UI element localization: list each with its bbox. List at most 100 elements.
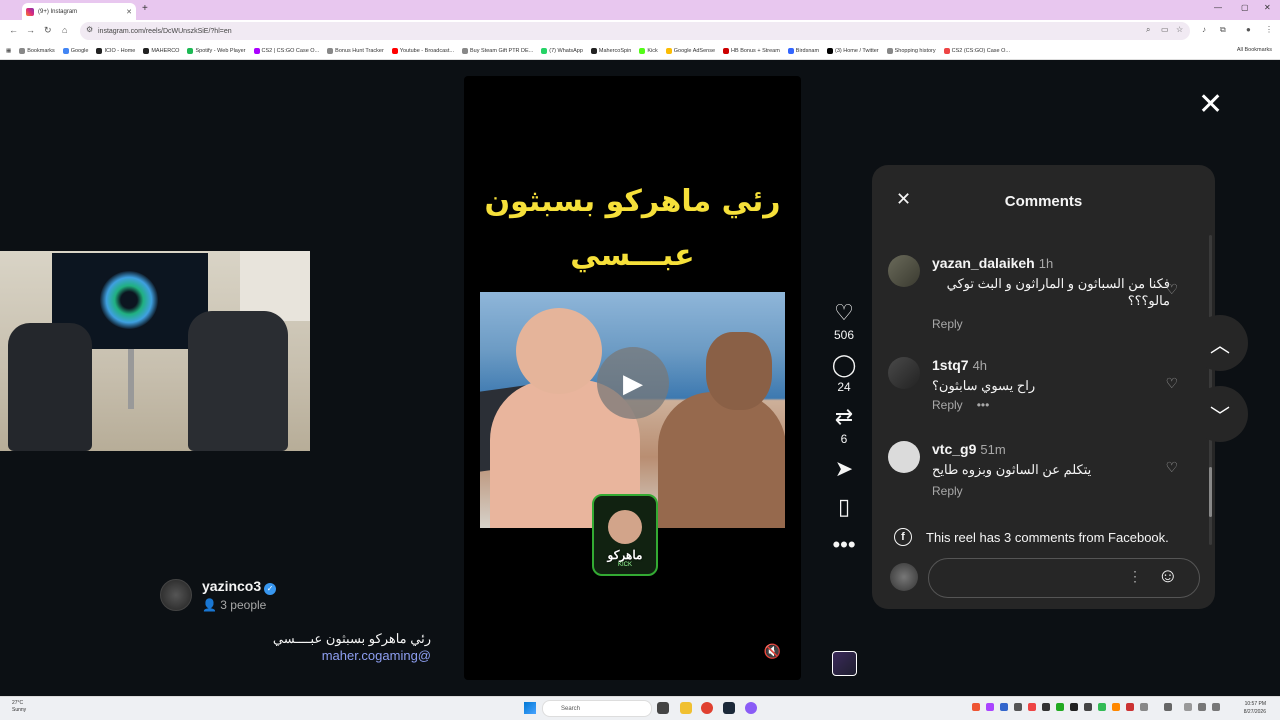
tab-close-icon[interactable]: ✕ bbox=[126, 8, 132, 16]
mute-icon[interactable]: 🔇 bbox=[764, 643, 781, 660]
weather-widget[interactable]: 27°C Sunny bbox=[12, 700, 26, 714]
comment-avatar[interactable] bbox=[888, 441, 920, 473]
emoji-icon[interactable]: ☺ bbox=[1158, 565, 1178, 588]
maximize-icon[interactable]: ▢ bbox=[1241, 3, 1249, 12]
next-reel-button[interactable]: ﹀ bbox=[1192, 386, 1248, 442]
bookmark-item[interactable]: Buy Steam Gift PTR DE... bbox=[462, 47, 533, 54]
bookmark-item[interactable]: Youtube - Broadcast... bbox=[391, 47, 454, 54]
tray-icon[interactable] bbox=[1112, 703, 1120, 711]
cast-icon[interactable]: ▭ bbox=[1161, 25, 1169, 34]
input-options-icon[interactable]: ⋮ bbox=[1128, 568, 1142, 585]
volume-icon[interactable] bbox=[1212, 703, 1220, 711]
tray-icon[interactable] bbox=[1056, 703, 1064, 711]
window-close-icon[interactable]: ✕ bbox=[1264, 3, 1271, 12]
bookmark-item[interactable]: (7) WhatsApp bbox=[541, 47, 583, 54]
extensions-icon[interactable]: ⧉ bbox=[1220, 25, 1226, 35]
tray-icon[interactable] bbox=[1028, 703, 1036, 711]
tray-icon[interactable] bbox=[1000, 703, 1008, 711]
audio-thumbnail[interactable] bbox=[832, 651, 857, 676]
reload-icon[interactable]: ↻ bbox=[44, 25, 52, 36]
bookmark-item[interactable]: CS2 | CS:GO Case O... bbox=[253, 47, 319, 54]
comment-username[interactable]: 1stq7 bbox=[932, 357, 969, 373]
bookmark-item[interactable]: MAHERCO bbox=[143, 47, 179, 54]
tray-icon[interactable] bbox=[1014, 703, 1022, 711]
close-reel-icon[interactable]: ✕ bbox=[1198, 90, 1223, 120]
windows-start-icon[interactable] bbox=[524, 702, 536, 714]
bookmark-star-icon[interactable]: ☆ bbox=[1176, 25, 1183, 34]
comment-avatar[interactable] bbox=[888, 357, 920, 389]
more-action[interactable]: ••• bbox=[824, 532, 864, 558]
people-count[interactable]: 3 people bbox=[220, 598, 266, 612]
comment-avatar[interactable] bbox=[888, 255, 920, 287]
comment-like-icon[interactable]: ♡ bbox=[1165, 281, 1178, 298]
apps-icon[interactable]: ▦ bbox=[6, 48, 11, 54]
bookmark-item[interactable]: Kick bbox=[639, 47, 658, 54]
author-username[interactable]: yazinco3 bbox=[202, 578, 261, 594]
more-icon[interactable]: ••• bbox=[824, 532, 864, 558]
steam-icon[interactable] bbox=[723, 702, 735, 714]
bookmark-item[interactable]: Spotify - Web Player bbox=[187, 47, 246, 54]
tray-icon[interactable] bbox=[1070, 703, 1078, 711]
reply-button[interactable]: Reply bbox=[932, 317, 963, 331]
minimize-icon[interactable]: — bbox=[1214, 3, 1222, 12]
bookmark-item[interactable]: CS2 (CS:GO) Case O... bbox=[943, 47, 1010, 54]
repost-icon[interactable]: ⇄ bbox=[824, 404, 864, 430]
file-explorer-icon[interactable] bbox=[680, 702, 692, 714]
tray-icon[interactable] bbox=[1084, 703, 1092, 711]
address-bar[interactable]: instagram.com/reels/DcWUnszkSiE/?hl=en bbox=[80, 22, 1190, 40]
comment-username[interactable]: vtc_g9 bbox=[932, 441, 976, 457]
reel-video[interactable]: رئي ماهركو بسبثون عبـــسي ▶ ماهركو KICK … bbox=[464, 76, 801, 680]
comment-like-icon[interactable]: ♡ bbox=[1165, 375, 1178, 392]
bookmark-item[interactable]: HB Bonus + Stream bbox=[723, 47, 780, 54]
all-bookmarks[interactable]: All Bookmarks bbox=[1237, 47, 1272, 53]
tray-icon[interactable] bbox=[1126, 703, 1134, 711]
new-tab-button[interactable]: + bbox=[142, 3, 148, 14]
tray-icon[interactable] bbox=[1098, 703, 1106, 711]
tray-icon[interactable] bbox=[972, 703, 980, 711]
app-icon[interactable] bbox=[745, 702, 757, 714]
bookmark-item[interactable]: Shopping history bbox=[886, 47, 936, 54]
microphone-icon[interactable] bbox=[1164, 703, 1172, 711]
comment-username[interactable]: yazan_dalaikeh bbox=[932, 255, 1035, 271]
bookmark-item[interactable]: (3) Home / Twitter bbox=[827, 47, 879, 54]
bookmark-item[interactable]: Google AdSense bbox=[665, 47, 715, 54]
zoom-icon[interactable]: ⌕ bbox=[1146, 25, 1150, 35]
chrome-icon[interactable] bbox=[701, 702, 713, 714]
like-action[interactable]: ♡ 506 bbox=[824, 300, 864, 342]
bookmark-item[interactable]: Bookmarks bbox=[19, 47, 55, 54]
site-info-icon[interactable]: ⚙ bbox=[86, 25, 93, 34]
share-action[interactable]: ➤ bbox=[824, 456, 864, 482]
chevron-up-tray-icon[interactable] bbox=[1184, 703, 1192, 711]
play-icon[interactable]: ▶ bbox=[597, 347, 669, 419]
tray-icon[interactable] bbox=[1140, 703, 1148, 711]
system-clock[interactable]: 10:57 PM 8/27/2026 bbox=[1244, 700, 1266, 716]
tray-icon[interactable] bbox=[1042, 703, 1050, 711]
forward-icon[interactable]: → bbox=[26, 25, 35, 35]
profile-icon[interactable]: ● bbox=[1246, 25, 1251, 34]
bookmark-item[interactable]: Bonus Hunt Tracker bbox=[327, 47, 384, 54]
network-icon[interactable] bbox=[1198, 703, 1206, 711]
media-icon[interactable]: ♪ bbox=[1202, 25, 1206, 34]
previous-reel-button[interactable]: ︿ bbox=[1192, 315, 1248, 371]
bookmark-icon[interactable]: ▯ bbox=[824, 494, 864, 520]
browser-tab[interactable]: (9+) Instagram ✕ bbox=[22, 3, 136, 20]
taskbar-search[interactable]: Search bbox=[542, 700, 652, 717]
save-action[interactable]: ▯ bbox=[824, 494, 864, 520]
tray-icon[interactable] bbox=[986, 703, 994, 711]
repost-action[interactable]: ⇄ 6 bbox=[824, 404, 864, 446]
task-view-icon[interactable] bbox=[657, 702, 669, 714]
share-icon[interactable]: ➤ bbox=[824, 456, 864, 482]
comment-action[interactable]: ◯ 24 bbox=[824, 352, 864, 394]
bookmark-item[interactable]: Birdsnam bbox=[787, 47, 819, 54]
comment-icon[interactable]: ◯ bbox=[824, 352, 864, 378]
author-avatar[interactable] bbox=[160, 579, 192, 611]
menu-icon[interactable]: ⋮ bbox=[1265, 25, 1273, 34]
comment-like-icon[interactable]: ♡ bbox=[1165, 459, 1178, 476]
reply-button[interactable]: Reply bbox=[932, 484, 963, 498]
caption-mention[interactable]: maher.cogaming@ bbox=[200, 647, 431, 664]
back-icon[interactable]: ← bbox=[9, 25, 18, 35]
bookmark-item[interactable]: Google bbox=[62, 47, 88, 54]
reply-button[interactable]: Reply bbox=[932, 398, 963, 412]
bookmark-item[interactable]: MahercoSpin bbox=[590, 47, 631, 54]
bookmark-item[interactable]: ICIO - Home bbox=[96, 47, 135, 54]
